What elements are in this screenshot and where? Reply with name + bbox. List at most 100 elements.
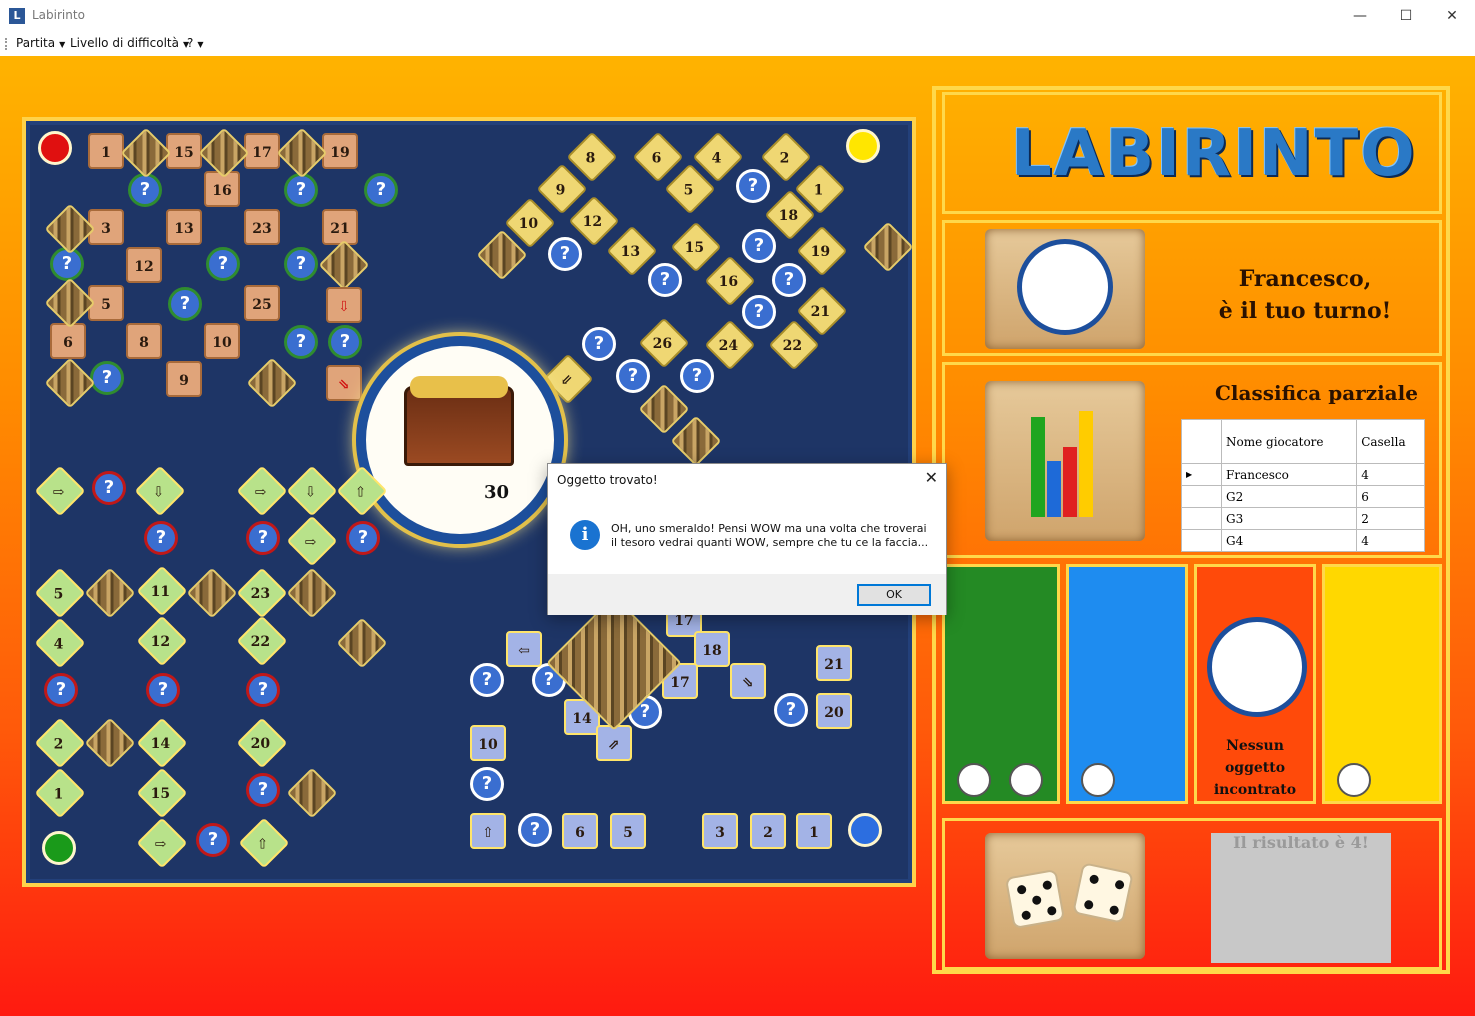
blue-tile: 2 (750, 813, 786, 849)
dialog-close-button[interactable]: ✕ (925, 468, 938, 487)
menu-bar: Partita ▼ Livello di difficoltà ▼ ? ▼ (0, 32, 1475, 56)
gold-coins-icon (410, 376, 508, 398)
blue-arrow-tile: ⇦ (506, 631, 542, 667)
player-cell: 4 (1356, 463, 1425, 486)
yellow-tile: 6 (632, 131, 684, 183)
stone-tile (286, 567, 338, 619)
mystery-tile: ? (92, 471, 126, 505)
green-start-token (42, 831, 76, 865)
table-header-row: Nome giocatore Casella (1181, 419, 1425, 464)
menu-livello[interactable]: Livello di difficoltà ▼ (70, 36, 189, 50)
parchment-scroll (985, 381, 1145, 541)
dialog-message: OH, uno smeraldo! Pensi WOW ma una volta… (611, 522, 929, 549)
blue-arrow-tile: ⇗ (596, 725, 632, 761)
stone-tile (84, 717, 136, 769)
player-name: G3 (1220, 507, 1358, 530)
menu-partita[interactable]: Partita ▼ (16, 36, 65, 50)
green-arrow-tile: ⇨ (136, 817, 188, 869)
green-tile: 23 (236, 567, 288, 619)
dialog-footer: OK (548, 574, 946, 615)
red-tile: 13 (166, 209, 202, 245)
treasure-chest-icon (404, 386, 514, 466)
players-row: Nessun oggetto incontrato (942, 564, 1442, 812)
red-arrow-tile: ⇩ (326, 287, 362, 323)
menu-help[interactable]: ? ▼ (187, 36, 204, 50)
mystery-tile: ? (284, 247, 318, 281)
mystery-tile: ? (648, 263, 682, 297)
blue-tile: 20 (816, 693, 852, 729)
mystery-tile: ? (206, 247, 240, 281)
mystery-tile: ? (548, 237, 582, 271)
table-row[interactable]: ▶ Francesco 4 (1181, 463, 1425, 486)
stone-tile (120, 127, 172, 179)
parchment-scroll[interactable] (985, 833, 1145, 959)
mystery-tile: ? (470, 663, 504, 697)
yellow-tile: 19 (796, 225, 848, 277)
side-panel: LABIRINTO Francesco, è il tuo turno! Cla… (932, 86, 1450, 974)
player-cell: 4 (1356, 529, 1425, 552)
close-window-button[interactable]: ✕ (1429, 0, 1475, 32)
green-tile: 1 (34, 767, 86, 819)
knight-helmet-icon (1017, 239, 1113, 335)
game-logo: LABIRINTO (1011, 117, 1417, 191)
mystery-tile: ? (246, 673, 280, 707)
yellow-player-panel (1322, 564, 1442, 804)
yellow-tile: 24 (704, 319, 756, 371)
mouse-trap-icon (957, 763, 991, 797)
no-item-label: Nessun oggetto incontrato (1213, 738, 1297, 798)
ok-button[interactable]: OK (857, 584, 931, 606)
red-tile: 21 (322, 209, 358, 245)
treasure-medallion: 30 (356, 336, 564, 544)
dice-row: Il risultato è 4! (942, 818, 1442, 970)
turn-message: Francesco, è il tuo turno! (1218, 266, 1392, 324)
minimize-button[interactable]: — (1337, 0, 1383, 32)
red-tile: 8 (126, 323, 162, 359)
yellow-start-token (846, 129, 880, 163)
red-tile: 23 (244, 209, 280, 245)
red-tile: 17 (244, 133, 280, 169)
green-arrow-tile: ⇨ (236, 465, 288, 517)
mystery-tile: ? (146, 673, 180, 707)
red-tile: 10 (204, 323, 240, 359)
green-arrow-tile: ⇨ (34, 465, 86, 517)
mystery-tile: ? (144, 521, 178, 555)
green-arrow-tile: ⇧ (238, 817, 290, 869)
mystery-tile: ? (582, 327, 616, 361)
blue-player-panel (1066, 564, 1188, 804)
mystery-tile: ? (616, 359, 650, 393)
logo-row: LABIRINTO (942, 92, 1442, 214)
red-tile: 25 (244, 285, 280, 321)
blue-tile: 5 (610, 813, 646, 849)
turn-row: Francesco, è il tuo turno! (942, 220, 1442, 356)
column-header[interactable]: Casella (1356, 419, 1425, 464)
maximize-button[interactable]: ☐ (1383, 0, 1429, 32)
rat-icon (1009, 763, 1043, 797)
green-tile: 14 (136, 717, 188, 769)
mystery-tile: ? (772, 263, 806, 297)
mystery-tile: ? (742, 229, 776, 263)
table-row[interactable]: G3 2 (1181, 507, 1425, 530)
yellow-tile: 13 (606, 225, 658, 277)
mystery-tile: ? (128, 173, 162, 207)
app-icon: L (9, 8, 25, 24)
mystery-tile: ? (246, 521, 280, 555)
mystery-tile: ? (346, 521, 380, 555)
title-bar: L Labirinto — ☐ ✕ (0, 0, 1475, 32)
stone-tile (638, 383, 690, 435)
blue-tile: 1 (796, 813, 832, 849)
mystery-tile: ? (470, 767, 504, 801)
yellow-tile: 2 (760, 131, 812, 183)
player-name: G4 (1220, 529, 1358, 552)
table-row[interactable]: G4 4 (1181, 529, 1425, 552)
green-tile: 11 (136, 565, 188, 617)
red-player-panel: Nessun oggetto incontrato (1194, 564, 1316, 804)
blue-tile: 21 (816, 645, 852, 681)
column-header[interactable]: Nome giocatore (1220, 419, 1358, 464)
ranking-row: Classifica parziale Nome giocatore Casel… (942, 362, 1442, 558)
blue-tile: 18 (694, 631, 730, 667)
die-icon (1072, 862, 1134, 924)
table-row[interactable]: G2 6 (1181, 485, 1425, 508)
blue-arrow-tile: ⇘ (730, 663, 766, 699)
mystery-tile: ? (90, 361, 124, 395)
mystery-tile: ? (168, 287, 202, 321)
